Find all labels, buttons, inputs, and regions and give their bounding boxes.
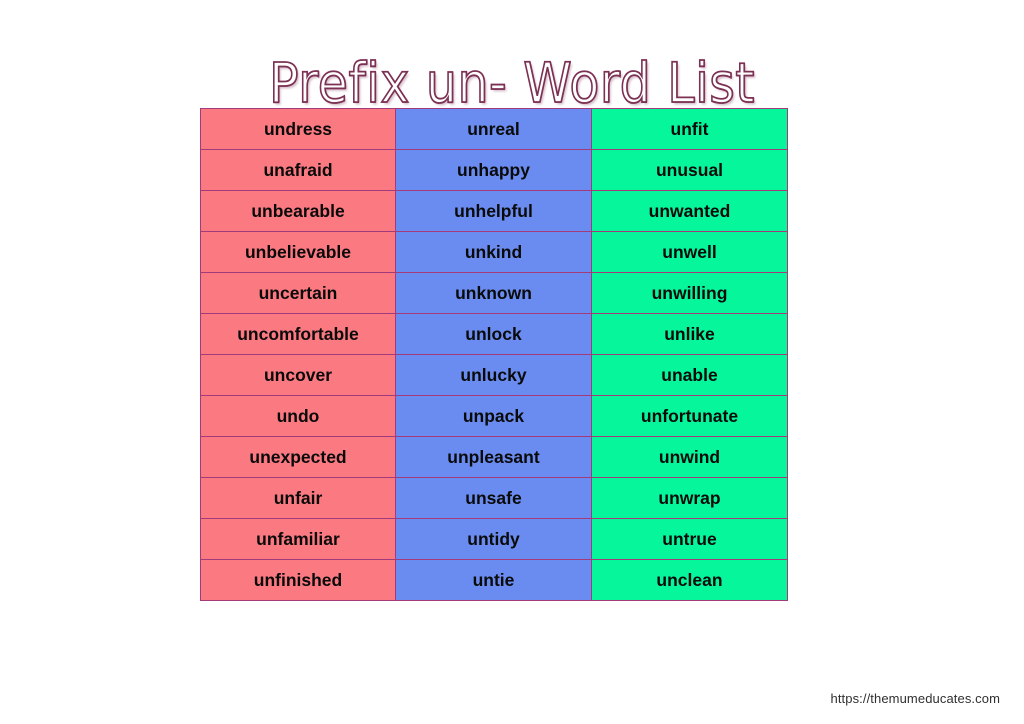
table-row: unexpected unpleasant unwind <box>200 436 788 478</box>
table-row: unbearable unhelpful unwanted <box>200 190 788 232</box>
word-cell: undo <box>200 395 396 437</box>
word-cell: unfinished <box>200 559 396 601</box>
word-cell: unwind <box>591 436 788 478</box>
word-cell: unbelievable <box>200 231 396 273</box>
source-url: https://themumeducates.com <box>830 691 1000 706</box>
word-cell: uncertain <box>200 272 396 314</box>
word-cell: unlock <box>395 313 592 355</box>
word-cell: unsafe <box>395 477 592 519</box>
word-cell: unexpected <box>200 436 396 478</box>
word-cell: unwilling <box>591 272 788 314</box>
word-cell: unlucky <box>395 354 592 396</box>
word-cell: unkind <box>395 231 592 273</box>
word-cell: unfit <box>591 108 788 150</box>
table-row: unfair unsafe unwrap <box>200 477 788 519</box>
word-list-body: undress unreal unfit unafraid unhappy unusual… <box>200 108 788 601</box>
table-row: uncover unlucky unable <box>200 354 788 396</box>
worksheet-page: Prefix un- Word List undress unreal unfit u… <box>0 0 1024 724</box>
table-row: uncomfortable unlock unlike <box>200 313 788 355</box>
word-cell: unreal <box>395 108 592 150</box>
word-cell: unlike <box>591 313 788 355</box>
table-row: undress unreal unfit <box>200 108 788 150</box>
word-cell: unfair <box>200 477 396 519</box>
table-row: unfamiliar untidy untrue <box>200 518 788 560</box>
page-title: Prefix un- Word List <box>268 51 755 116</box>
word-cell: unwell <box>591 231 788 273</box>
word-cell: unwanted <box>591 190 788 232</box>
word-cell: unpleasant <box>395 436 592 478</box>
word-cell: untie <box>395 559 592 601</box>
word-cell: unhappy <box>395 149 592 191</box>
word-cell: unhelpful <box>395 190 592 232</box>
word-cell: unable <box>591 354 788 396</box>
word-list-table: undress unreal unfit unafraid unhappy unusual… <box>200 108 788 601</box>
word-cell: unusual <box>591 149 788 191</box>
word-cell: uncover <box>200 354 396 396</box>
word-cell: untidy <box>395 518 592 560</box>
word-cell: untrue <box>591 518 788 560</box>
table-row: unbelievable unkind unwell <box>200 231 788 273</box>
word-cell: unafraid <box>200 149 396 191</box>
word-cell: unpack <box>395 395 592 437</box>
word-cell: unwrap <box>591 477 788 519</box>
word-cell: uncomfortable <box>200 313 396 355</box>
table-row: undo unpack unfortunate <box>200 395 788 437</box>
word-cell: unclean <box>591 559 788 601</box>
word-cell: unfamiliar <box>200 518 396 560</box>
word-cell: undress <box>200 108 396 150</box>
table-row: unafraid unhappy unusual <box>200 149 788 191</box>
table-row: unfinished untie unclean <box>200 559 788 601</box>
table-row: uncertain unknown unwilling <box>200 272 788 314</box>
word-cell: unknown <box>395 272 592 314</box>
word-cell: unbearable <box>200 190 396 232</box>
word-cell: unfortunate <box>591 395 788 437</box>
